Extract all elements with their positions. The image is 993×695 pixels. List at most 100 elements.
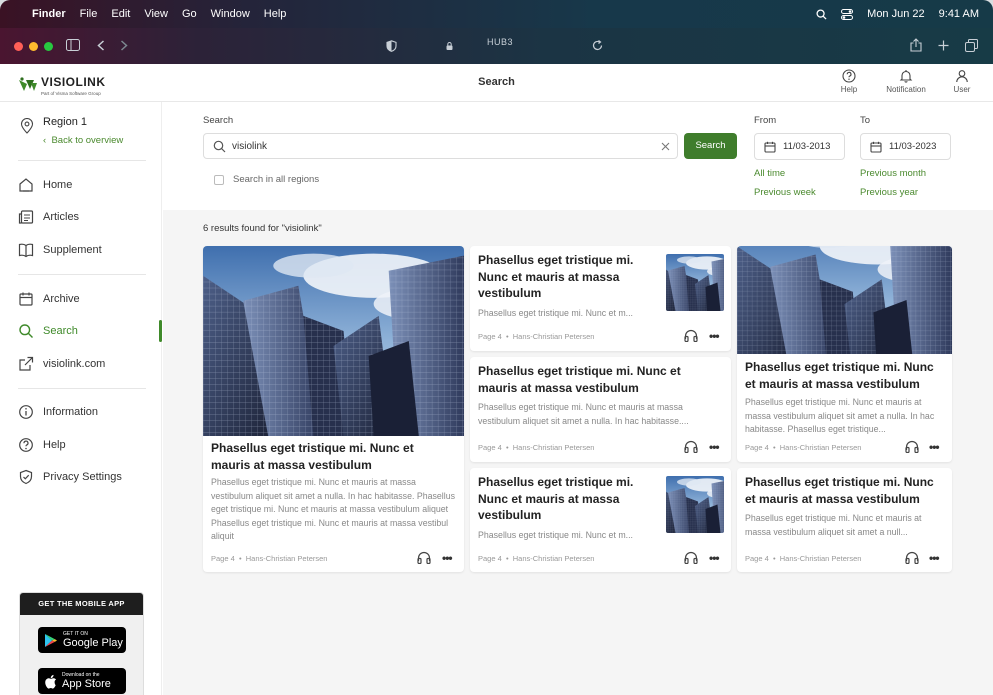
result-card[interactable]: Phasellus eget tristique mi. Nunc et mau… (470, 468, 731, 572)
more-options-icon[interactable]: ••• (709, 552, 720, 564)
minimize-window-button[interactable] (29, 41, 38, 51)
sidebar-item-archive[interactable]: Archive (18, 288, 148, 310)
bell-icon (899, 70, 913, 83)
tab-overview-icon[interactable] (965, 39, 978, 52)
headphones-icon[interactable] (684, 329, 698, 342)
clear-search-icon[interactable] (661, 142, 670, 151)
back-icon[interactable] (97, 40, 105, 51)
result-author: Hans-Christian Petersen (779, 554, 862, 563)
home-icon (19, 178, 33, 192)
visiolink-logo-icon (19, 76, 37, 91)
more-options-icon[interactable]: ••• (709, 441, 720, 453)
result-author: Hans-Christian Petersen (512, 443, 595, 452)
new-tab-icon[interactable] (938, 40, 949, 51)
app-store-badge[interactable]: Download on the App Store (38, 668, 126, 694)
search-all-regions-checkbox[interactable] (214, 175, 224, 185)
close-window-button[interactable] (14, 41, 23, 51)
sidebar-item-information[interactable]: Information (18, 401, 148, 423)
search-label: Search (203, 115, 234, 126)
result-title: Phasellus eget tristique mi. Nunc et mau… (211, 441, 414, 472)
window-controls (14, 41, 53, 51)
control-center-icon[interactable] (841, 8, 854, 20)
google-play-badge[interactable]: GET IT ON Google Play (38, 627, 126, 653)
sidebar-item-label: Archive (43, 293, 80, 305)
spotlight-icon[interactable] (816, 8, 827, 20)
headphones-icon[interactable] (417, 551, 431, 564)
sidebar-item-articles[interactable]: Articles (18, 206, 148, 228)
previous-year-link[interactable]: Previous year (860, 187, 918, 198)
all-time-link[interactable]: All time (754, 168, 785, 179)
menu-edit[interactable]: Edit (111, 8, 130, 20)
sidebar-item-privacy-settings[interactable]: Privacy Settings (18, 466, 148, 488)
result-page: Page 4 (745, 554, 769, 563)
info-icon (19, 405, 33, 419)
menubar-time: 9:41 AM (938, 8, 979, 20)
result-card[interactable]: Phasellus eget tristique mi. Nunc et mau… (737, 468, 952, 572)
sidebar-item-help[interactable]: Help (18, 434, 148, 456)
mobile-app-promo: GET THE MOBILE APP GET IT ON Google Play… (19, 592, 144, 695)
menu-finder[interactable]: Finder (32, 8, 66, 20)
calendar-icon (19, 292, 33, 306)
result-meta: Page 4 • Hans-Christian Petersen (478, 332, 595, 341)
result-card[interactable]: Phasellus eget tristique mi. Nunc et mau… (470, 357, 731, 462)
result-author: Hans-Christian Petersen (512, 554, 595, 563)
reload-icon[interactable] (592, 40, 603, 51)
from-date-field[interactable]: 11/03-2013 (754, 133, 845, 160)
search-panel: Search visiolink Search Search in all re… (163, 102, 993, 210)
user-icon (956, 70, 968, 83)
menu-file[interactable]: File (80, 8, 98, 20)
mobile-app-heading: GET THE MOBILE APP (20, 593, 143, 615)
previous-month-link[interactable]: Previous month (860, 168, 926, 179)
result-card[interactable]: Phasellus eget tristique mi. Nunc et mau… (470, 246, 731, 351)
sidebar-toggle-icon[interactable] (66, 39, 80, 51)
app-store-big: App Store (62, 678, 111, 690)
headphones-icon[interactable] (905, 551, 919, 564)
calendar-icon (764, 141, 776, 153)
menu-view[interactable]: View (144, 8, 168, 20)
result-excerpt: Phasellus eget tristique mi. Nunc et mau… (478, 402, 689, 426)
result-page: Page 4 (478, 332, 502, 341)
result-card[interactable]: Phasellus eget tristique mi. Nunc et mau… (737, 246, 952, 462)
more-options-icon[interactable]: ••• (929, 441, 940, 453)
more-options-icon[interactable]: ••• (929, 552, 940, 564)
zoom-window-button[interactable] (44, 41, 53, 51)
more-options-icon[interactable]: ••• (442, 552, 453, 564)
help-button[interactable]: Help (822, 69, 876, 94)
previous-week-link[interactable]: Previous week (754, 187, 816, 198)
headphones-icon[interactable] (684, 440, 698, 453)
article-thumbnail (666, 254, 724, 311)
sidebar-item-home[interactable]: Home (18, 174, 148, 196)
result-title: Phasellus eget tristique mi. Nunc et mau… (745, 360, 934, 391)
menu-help[interactable]: Help (264, 8, 287, 20)
region-name: Region 1 (43, 116, 88, 128)
sidebar-item-search[interactable]: Search (18, 320, 148, 342)
sidebar-item-supplement[interactable]: Supplement (18, 239, 148, 261)
menu-window[interactable]: Window (211, 8, 250, 20)
back-to-overview-link[interactable]: ‹ Back to overview (43, 135, 123, 146)
search-button[interactable]: Search (684, 133, 737, 159)
article-thumbnail (666, 476, 724, 533)
sidebar: Region 1 ‹ Back to overview Home Article… (0, 102, 162, 695)
google-play-big: Google Play (63, 637, 123, 649)
sidebar-divider (18, 160, 146, 161)
share-icon[interactable] (910, 38, 922, 52)
shield-icon (19, 469, 33, 485)
menubar-date: Mon Jun 22 (867, 8, 925, 20)
privacy-shield-icon[interactable] (386, 40, 397, 52)
visiolink-app: VISIOLINK Part of Visma Software Group S… (0, 64, 993, 695)
result-card[interactable]: Phasellus eget tristique mi. Nunc et mau… (203, 246, 464, 572)
user-button[interactable]: User (935, 69, 989, 94)
notification-button[interactable]: Notification (879, 69, 933, 94)
forward-icon[interactable] (120, 40, 128, 51)
sidebar-item-visiolink-com[interactable]: visiolink.com (18, 353, 148, 375)
result-excerpt: Phasellus eget tristique mi. Nunc et mau… (745, 397, 935, 434)
headphones-icon[interactable] (905, 440, 919, 453)
visiolink-logo[interactable]: VISIOLINK Part of Visma Software Group (18, 73, 106, 96)
url-bar[interactable]: HUB3 (440, 37, 560, 47)
result-title: Phasellus eget tristique mi. Nunc et mau… (478, 364, 681, 395)
headphones-icon[interactable] (684, 551, 698, 564)
to-date-field[interactable]: 11/03-2023 (860, 133, 951, 160)
menu-go[interactable]: Go (182, 8, 197, 20)
more-options-icon[interactable]: ••• (709, 330, 720, 342)
search-input[interactable]: visiolink (203, 133, 678, 159)
